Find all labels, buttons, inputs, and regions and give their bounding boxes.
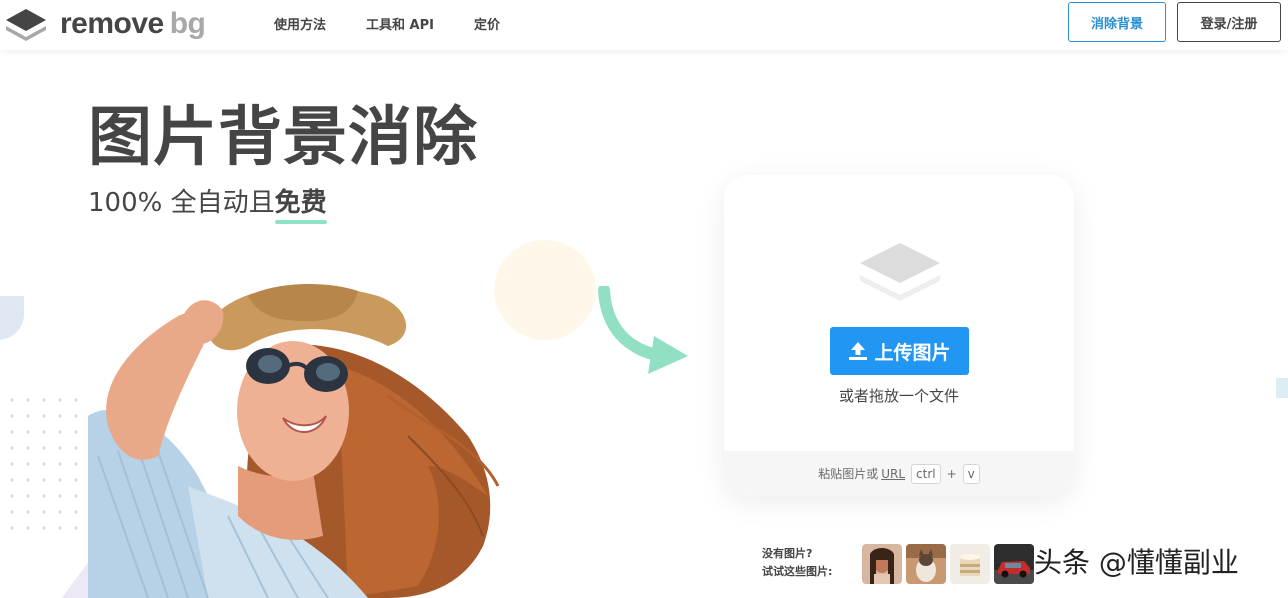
paste-url-link[interactable]: URL bbox=[881, 467, 905, 481]
nav-how-to-use[interactable]: 使用方法 bbox=[274, 14, 326, 33]
plus-sign: + bbox=[946, 466, 957, 481]
page-title: 图片背景消除 bbox=[88, 101, 478, 175]
layers-placeholder-icon bbox=[860, 243, 940, 301]
decor-blue-semicircle bbox=[0, 296, 24, 340]
sample-label-line2: 试试这些图片: bbox=[762, 565, 833, 578]
login-signup-button[interactable]: 登录/注册 bbox=[1177, 2, 1281, 42]
hero-subtitle-text: 100% 全自动且 bbox=[88, 188, 275, 218]
sample-thumb-woman[interactable] bbox=[862, 544, 902, 584]
watermark-text: 头条 @懂懂副业 bbox=[1034, 546, 1239, 579]
sample-thumb-cake[interactable] bbox=[950, 544, 990, 584]
sample-label-line1: 没有图片? bbox=[762, 547, 813, 560]
v-key: v bbox=[962, 463, 980, 484]
paste-hint-text: 粘贴图片或 bbox=[818, 467, 879, 481]
sample-thumb-cat[interactable] bbox=[906, 544, 946, 584]
hero-subtitle: 100% 全自动且免费 bbox=[88, 186, 327, 224]
sample-thumb-car[interactable] bbox=[994, 544, 1034, 584]
logo-layers-icon bbox=[6, 9, 46, 41]
upload-image-button[interactable]: 上传图片 bbox=[830, 327, 969, 375]
nav-tools-api[interactable]: 工具和 API bbox=[366, 14, 434, 33]
remove-background-button[interactable]: 消除背景 bbox=[1068, 2, 1166, 42]
logo-word-bg: bg bbox=[169, 7, 206, 40]
upload-button-label: 上传图片 bbox=[874, 341, 951, 364]
ctrl-key: ctrl bbox=[911, 463, 941, 484]
decor-peach-circle bbox=[494, 240, 596, 340]
main-nav: 使用方法 工具和 API 定价 bbox=[274, 0, 540, 46]
upload-card: 上传图片 或者拖放一个文件 粘贴图片或 URL ctrl + v bbox=[724, 175, 1074, 496]
drop-file-text: 或者拖放一个文件 bbox=[838, 387, 959, 405]
logo-text: remove bg bbox=[60, 6, 206, 42]
top-header: remove bg 使用方法 工具和 API 定价 消除背景 登录/注册 bbox=[0, 0, 1288, 50]
hero-woman-photo bbox=[88, 284, 500, 598]
nav-pricing[interactable]: 定价 bbox=[474, 14, 500, 33]
sample-images-label: 没有图片? 试试这些图片: bbox=[762, 545, 832, 581]
logo-word-remove: remove bbox=[60, 7, 164, 40]
hero-subtitle-free: 免费 bbox=[274, 188, 327, 224]
paste-hint-bar: 粘贴图片或 URL ctrl + v bbox=[724, 451, 1074, 496]
upload-icon bbox=[849, 342, 868, 360]
logo[interactable]: remove bg bbox=[4, 6, 206, 42]
decor-right-block bbox=[1276, 378, 1288, 398]
green-arrow-icon bbox=[598, 286, 688, 374]
